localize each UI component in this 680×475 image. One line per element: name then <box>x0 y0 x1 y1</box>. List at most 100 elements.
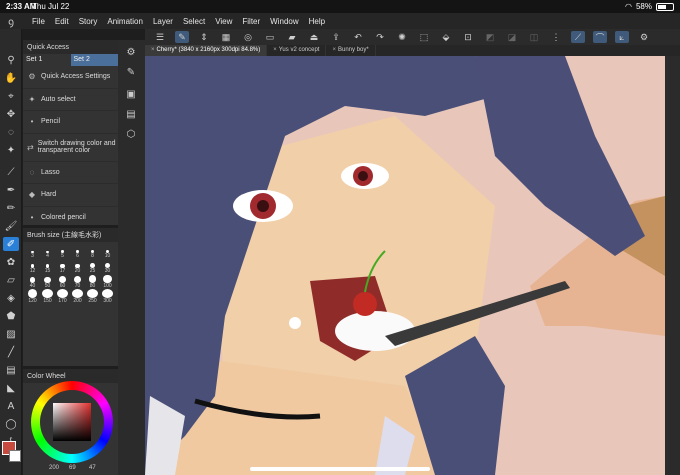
colored-pencil-item[interactable]: • Colored pencil <box>23 207 118 229</box>
switch-color-item[interactable]: ⇄ Switch drawing color and transparent co… <box>23 134 118 162</box>
auto-select-item[interactable]: ✦ Auto select <box>23 89 118 111</box>
new-document-icon[interactable]: ▭ <box>263 31 277 43</box>
brush-size-cell[interactable]: 25 <box>85 259 100 274</box>
perspective-icon[interactable]: ⟀ <box>615 31 629 43</box>
brush-size-cell[interactable]: 80 <box>85 274 100 289</box>
export-icon[interactable]: ⇪ <box>329 31 343 43</box>
brush-size-cell[interactable]: 10 <box>100 244 115 259</box>
eyedropper-icon[interactable]: ⟋ <box>3 165 19 179</box>
tab-cherry[interactable]: × Cherry* (3840 x 2160px 300dpi 84.8%) <box>145 45 268 56</box>
menu-view[interactable]: View <box>215 17 232 26</box>
ruler-tool-icon[interactable]: ◣ <box>3 381 19 395</box>
edit-mode-icon[interactable]: ✎ <box>175 31 189 43</box>
fill-tool-icon[interactable]: ⬟ <box>3 309 19 323</box>
brush-size-cell[interactable]: 3 <box>25 244 40 259</box>
brush-size-cell[interactable]: 300 <box>100 289 115 304</box>
menu-select[interactable]: Select <box>183 17 205 26</box>
decoration-icon[interactable]: ✿ <box>3 255 19 269</box>
quick-access-settings-item[interactable]: ⚙ Quick Access Settings <box>23 66 118 89</box>
home-indicator[interactable] <box>250 467 430 471</box>
grid-icon[interactable]: ⋮ <box>549 31 563 43</box>
menu-story[interactable]: Story <box>79 17 98 26</box>
pen-icon[interactable]: ✒ <box>3 183 19 197</box>
menu-file[interactable]: File <box>32 17 45 26</box>
snap-icon[interactable]: ⌒ <box>593 31 607 43</box>
brush-size-cell[interactable]: 150 <box>40 289 55 304</box>
drawing-canvas[interactable] <box>145 56 665 475</box>
close-icon[interactable]: × <box>151 47 155 53</box>
figure-icon[interactable]: ╱ <box>3 345 19 359</box>
menu-layer[interactable]: Layer <box>153 17 173 26</box>
eraser-icon[interactable]: ▱ <box>3 273 19 287</box>
property-icon[interactable]: ⚙ <box>125 46 137 58</box>
stepper-icon[interactable]: ⇕ <box>197 31 211 43</box>
set-1-tab[interactable]: Set 1 <box>23 54 71 66</box>
brush-size-cell[interactable]: 17 <box>55 259 70 274</box>
undo-icon[interactable]: ↶ <box>351 31 365 43</box>
app-logo-icon[interactable]: ꝯ <box>0 14 22 28</box>
lasso-icon[interactable]: ◌ <box>3 125 19 139</box>
move-icon[interactable]: ✥ <box>3 107 19 121</box>
text-icon[interactable]: A <box>3 399 19 413</box>
blend-icon[interactable]: ◈ <box>3 291 19 305</box>
brush-size-cell[interactable]: 15 <box>40 259 55 274</box>
hamburger-menu-icon[interactable]: ☰ <box>153 31 167 43</box>
brush-size-cell[interactable]: 8 <box>85 244 100 259</box>
fill-icon[interactable]: ⬙ <box>439 31 453 43</box>
clear-icon[interactable]: ⬚ <box>417 31 431 43</box>
brush-size-cell[interactable]: 50 <box>40 274 55 289</box>
brush-size-cell[interactable]: 4 <box>40 244 55 259</box>
close-icon[interactable]: × <box>273 47 277 53</box>
menu-window[interactable]: Window <box>270 17 298 26</box>
navigator-icon[interactable]: ▤ <box>125 108 137 120</box>
saturation-square[interactable] <box>53 403 91 441</box>
tab-yus[interactable]: × Yus v2 concept <box>267 45 327 56</box>
frame-icon[interactable]: ▤ <box>3 363 19 377</box>
brush-size-cell[interactable]: 200 <box>70 289 85 304</box>
brush-size-cell[interactable]: 40 <box>25 274 40 289</box>
brush-size-cell[interactable]: 6 <box>70 244 85 259</box>
sub-color-swatch[interactable] <box>9 450 21 462</box>
crop-icon[interactable]: ⊡ <box>461 31 475 43</box>
lasso-item[interactable]: ◌ Lasso <box>23 162 118 184</box>
brush-size-cell[interactable]: 100 <box>100 274 115 289</box>
save-icon[interactable]: ⏏ <box>307 31 321 43</box>
material-icon[interactable]: ⬡ <box>125 128 137 140</box>
pencil-item[interactable]: • Pencil <box>23 111 118 134</box>
menu-help[interactable]: Help <box>309 17 325 26</box>
hard-item[interactable]: ◆ Hard <box>23 184 118 207</box>
open-folder-icon[interactable]: ▰ <box>285 31 299 43</box>
brush-icon[interactable]: 🖌 <box>3 219 19 233</box>
brush-settings-icon[interactable]: ✎ <box>125 66 137 78</box>
wand-icon[interactable]: ✦ <box>3 143 19 157</box>
airbrush-icon[interactable]: ✐ <box>3 237 19 251</box>
hue-ring[interactable] <box>31 381 113 463</box>
loading-icon[interactable]: ✺ <box>395 31 409 43</box>
color-target-icon[interactable]: ◎ <box>241 31 255 43</box>
brush-size-cell[interactable]: 12 <box>25 259 40 274</box>
layer-mask-icon[interactable]: ▦ <box>219 31 233 43</box>
ruler-icon[interactable]: ⟋ <box>571 31 585 43</box>
brush-size-cell[interactable]: 20 <box>70 259 85 274</box>
brush-size-cell[interactable]: 5 <box>55 244 70 259</box>
menu-filter[interactable]: Filter <box>242 17 260 26</box>
brush-size-cell[interactable]: 120 <box>25 289 40 304</box>
balloon-icon[interactable]: ◯ <box>3 417 19 431</box>
canvas-scrollbar[interactable] <box>665 56 680 475</box>
redo-icon[interactable]: ↷ <box>373 31 387 43</box>
brush-size-cell[interactable]: 30 <box>100 259 115 274</box>
brush-size-cell[interactable]: 170 <box>55 289 70 304</box>
settings-icon[interactable]: ⚙ <box>637 31 651 43</box>
tab-bunny[interactable]: × Bunny boy* <box>326 45 376 56</box>
brush-size-cell[interactable]: 70 <box>70 274 85 289</box>
gradient-icon[interactable]: ▨ <box>3 327 19 341</box>
brush-size-cell[interactable]: 60 <box>55 274 70 289</box>
pencil-icon[interactable]: ✏ <box>3 201 19 215</box>
menu-animation[interactable]: Animation <box>107 17 143 26</box>
close-icon[interactable]: × <box>332 47 336 53</box>
zoom-icon[interactable]: ⚲ <box>3 53 19 67</box>
operation-icon[interactable]: ⌖ <box>3 89 19 103</box>
set-2-tab[interactable]: Set 2 <box>70 54 118 66</box>
layer-icon[interactable]: ▣ <box>125 88 137 100</box>
brush-size-cell[interactable]: 250 <box>85 289 100 304</box>
